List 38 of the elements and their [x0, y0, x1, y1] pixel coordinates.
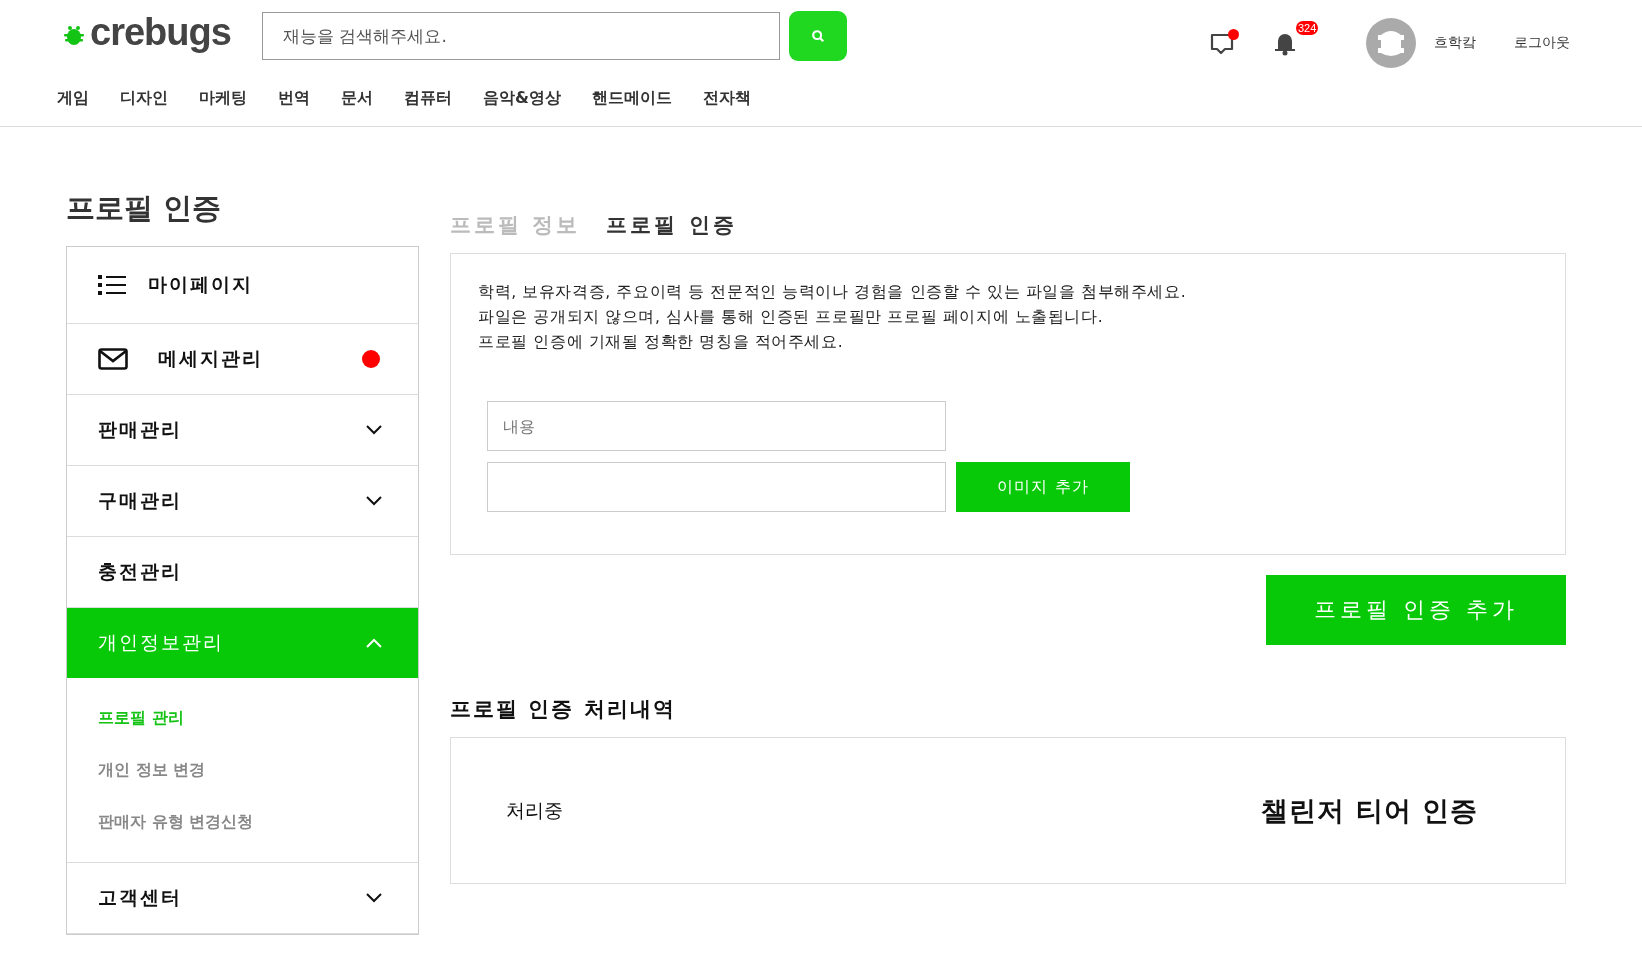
instruction-text: 프로필 인증에 기재될 정확한 명칭을 적어주세요. — [478, 332, 845, 353]
category-link[interactable]: 마케팅 — [199, 88, 247, 109]
bug-icon — [62, 24, 86, 48]
logo[interactable]: crebugs — [62, 14, 262, 58]
submenu-item[interactable]: 판매자 유형 변경신청 — [98, 796, 387, 848]
search-button[interactable] — [789, 11, 847, 61]
sidebar-item[interactable]: 구매관리 — [67, 466, 418, 537]
page-title: 프로필 인증 — [66, 190, 223, 227]
category-link[interactable]: 게임 — [57, 88, 89, 109]
certification-name: 챌린저 티어 인증 — [1261, 793, 1478, 828]
category-link[interactable]: 번역 — [278, 88, 310, 109]
notification-count: 324 — [1296, 21, 1319, 35]
sidebar-item[interactable]: 고객센터 — [67, 863, 418, 934]
status-text: 처리중 — [506, 797, 563, 823]
submenu-item[interactable]: 개인 정보 변경 — [98, 744, 387, 796]
message-icon[interactable] — [1210, 32, 1234, 54]
user-name[interactable]: 흐학캌 — [1434, 34, 1476, 52]
category-link[interactable]: 컴퓨터 — [404, 88, 452, 109]
envelope-icon — [98, 348, 128, 370]
sidebar-item[interactable]: 메세지관리 — [67, 324, 418, 395]
category-link[interactable]: 전자책 — [702, 88, 751, 109]
category-link[interactable]: 음악&영상 — [483, 88, 561, 109]
avatar-icon[interactable] — [1366, 18, 1416, 68]
category-link[interactable]: 디자인 — [120, 88, 168, 109]
category-link[interactable]: 핸드메이드 — [591, 88, 672, 109]
history-title: 프로필 인증 처리내역 — [450, 696, 677, 723]
sidebar-item[interactable]: 판매관리 — [67, 395, 418, 466]
name-field[interactable]: 내용 — [487, 401, 946, 451]
search-icon — [811, 29, 825, 43]
category-link[interactable]: 문서 — [341, 88, 373, 109]
instruction-text: 학력, 보유자격증, 주요이력 등 전문적인 능력이나 경험을 인증할 수 있는 파일을 첨부해주세요. — [478, 282, 1188, 303]
search-field[interactable]: 재능을 검색해주세요. — [262, 12, 780, 60]
logout-link[interactable]: 로그아웃 — [1514, 34, 1570, 52]
instruction-text: 파일은 공개되지 않으며, 심사를 통해 인증된 프로필만 프로필 페이지에 노출됩니다. — [478, 307, 1105, 328]
file-field[interactable] — [487, 462, 946, 512]
sidebar-item[interactable]: 마이페이지 — [67, 247, 418, 324]
list-icon — [98, 274, 126, 296]
tab[interactable]: 프로필 인증 — [606, 211, 737, 239]
